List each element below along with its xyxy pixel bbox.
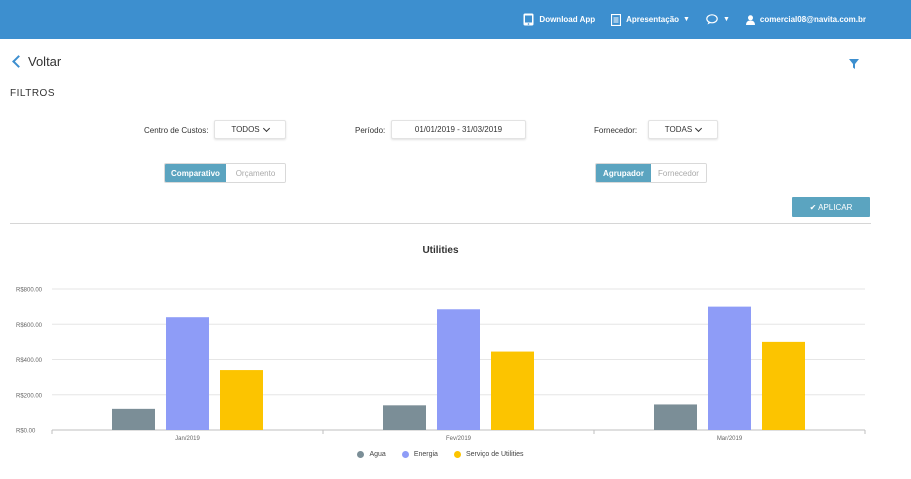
x-tick-label: Fev/2019 [446, 436, 472, 442]
chart-title: Utilities [422, 245, 459, 256]
y-tick-label: R$0.00 [16, 429, 36, 435]
chat-bubble-icon [706, 14, 718, 25]
apply-button[interactable]: ✔ APLICAR [792, 197, 870, 217]
caret-down-icon: ▼ [722, 16, 730, 23]
caret-down-icon: ▼ [683, 16, 690, 23]
bar-chart: R$0.00 R$200.00 R$400.00 R$600.00 R$800.00 Ja… [16, 288, 866, 442]
y-tick-label: R$200.00 [16, 393, 43, 399]
x-tick-label: Mar/2019 [717, 436, 743, 442]
agrupador-option[interactable]: Agrupador [596, 164, 651, 182]
bar [491, 351, 534, 430]
chevron-down-icon [262, 124, 270, 132]
legend-label: Energia [413, 451, 438, 458]
legend-label: Serviço de Utilities [465, 451, 524, 458]
bar [762, 341, 805, 430]
cost-center-select[interactable]: TODOS [214, 120, 286, 139]
document-icon [611, 13, 622, 26]
period-label: Período: [355, 126, 386, 135]
presentation-menu[interactable]: Apresentação ▼ [611, 13, 690, 26]
phone-icon [523, 13, 534, 26]
chat-menu[interactable]: ▼ [706, 14, 730, 25]
bar [708, 306, 751, 430]
chevron-left-icon [12, 55, 25, 68]
y-tick-label: R$600.00 [16, 323, 43, 329]
filters-title: FILTROS [10, 88, 55, 99]
presentation-label: Apresentação [626, 15, 680, 24]
supplier-value: TODAS [664, 125, 693, 134]
cost-center-label: Centro de Custos: [144, 126, 209, 135]
view-toggle: Comparativo Orçamento [164, 163, 286, 183]
cost-center-value: TODOS [231, 125, 260, 134]
user-icon [745, 14, 755, 25]
x-tick-label: Jan/2019 [175, 436, 200, 442]
legend-item[interactable]: Energia [401, 451, 438, 458]
period-input[interactable]: 01/01/2019 - 31/03/2019 [391, 120, 526, 139]
legend-label: Agua [369, 451, 386, 458]
supplier-select[interactable]: TODAS [648, 120, 718, 139]
y-tick-label: R$800.00 [16, 288, 43, 294]
bar [166, 317, 209, 430]
chevron-down-icon [695, 124, 703, 132]
orcamento-option[interactable]: Orçamento [225, 164, 285, 182]
comparativo-option[interactable]: Comparativo [165, 164, 226, 182]
user-email: comercial08@navita.com.br [759, 15, 866, 24]
back-label: Voltar [28, 54, 62, 69]
top-bar: Download App Apresentação ▼ ▼ comercial0… [0, 0, 911, 39]
legend-marker [401, 451, 409, 458]
bar [220, 370, 263, 430]
y-tick-label: R$400.00 [16, 358, 43, 364]
bar [112, 408, 155, 430]
chart-legend: Agua Energia Serviço de Utilities [0, 451, 881, 458]
legend-item[interactable]: Agua [357, 451, 386, 458]
bar [654, 404, 697, 430]
legend-marker [357, 451, 365, 458]
filter-icon[interactable] [849, 56, 859, 74]
period-value: 01/01/2019 - 31/03/2019 [414, 125, 503, 134]
fornecedor-option[interactable]: Fornecedor [651, 164, 706, 182]
group-toggle: Agrupador Fornecedor [595, 163, 707, 183]
download-app-link[interactable]: Download App [523, 13, 595, 26]
divider [10, 223, 871, 224]
user-menu[interactable]: comercial08@navita.com.br [745, 14, 866, 25]
supplier-label: Fornecedor: [594, 126, 638, 135]
bar [437, 309, 480, 430]
bar [383, 405, 426, 430]
legend-item[interactable]: Serviço de Utilities [453, 451, 524, 458]
download-app-label: Download App [539, 15, 596, 24]
back-button[interactable]: Voltar [10, 54, 61, 69]
legend-marker [453, 451, 461, 458]
